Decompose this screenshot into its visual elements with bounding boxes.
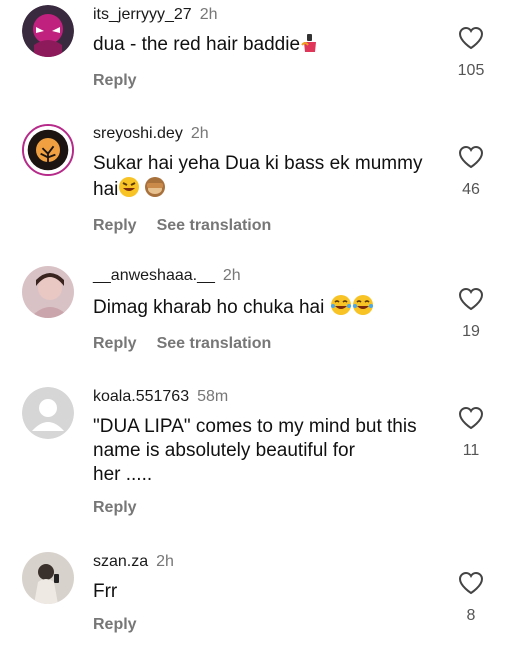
like-count: 46	[462, 181, 480, 198]
username[interactable]: its_jerryyy_27	[93, 6, 192, 23]
like-count: 105	[457, 62, 485, 79]
reply-button[interactable]: Reply	[93, 616, 137, 634]
see-translation-button[interactable]: See translation	[157, 217, 272, 235]
username[interactable]: szan.za	[93, 553, 148, 570]
comment-text: "DUA LIPA" comes to my mind but this nam…	[93, 416, 417, 485]
timestamp: 2h	[190, 125, 209, 142]
see-no-evil-monkey-emoji-icon	[144, 176, 166, 205]
reply-button[interactable]: Reply	[93, 217, 137, 235]
heart-icon[interactable]	[458, 287, 484, 311]
see-translation-button[interactable]: See translation	[157, 335, 272, 353]
like-count: 19	[462, 323, 480, 340]
heart-icon[interactable]	[458, 26, 484, 50]
comment-text: dua - the red hair baddie	[93, 33, 432, 60]
avatar[interactable]	[22, 5, 74, 57]
heart-icon[interactable]	[458, 145, 484, 169]
nail-polish-emoji-icon	[300, 33, 320, 60]
timestamp: 2h	[199, 6, 218, 23]
reply-button[interactable]: Reply	[93, 72, 137, 90]
avatar[interactable]	[22, 552, 74, 604]
tears-of-joy-emoji-icon	[330, 294, 352, 323]
reply-button[interactable]: Reply	[93, 335, 137, 353]
avatar[interactable]	[22, 266, 74, 318]
comment-text: Frr	[93, 581, 118, 602]
comment-text: Sukar hai yeha Dua ki bass ek mummy hai	[93, 152, 432, 205]
like-count: 11	[462, 442, 480, 459]
avatar[interactable]	[22, 124, 74, 176]
timestamp: 58m	[197, 388, 229, 405]
username[interactable]: sreyoshi.dey	[93, 125, 183, 142]
timestamp: 2h	[222, 267, 241, 284]
like-count: 8	[466, 607, 476, 624]
timestamp: 2h	[156, 553, 174, 570]
heart-icon[interactable]	[458, 406, 484, 430]
username[interactable]: koala.551763	[93, 388, 189, 405]
username[interactable]: __anweshaaa.__	[93, 267, 215, 284]
heart-icon[interactable]	[458, 571, 484, 595]
avatar[interactable]	[22, 387, 74, 439]
comment-text: Dimag kharab ho chuka hai	[93, 294, 432, 323]
tears-of-joy-emoji-icon	[352, 294, 374, 323]
reply-button[interactable]: Reply	[93, 499, 137, 517]
rolling-laughing-emoji-icon	[118, 176, 140, 205]
